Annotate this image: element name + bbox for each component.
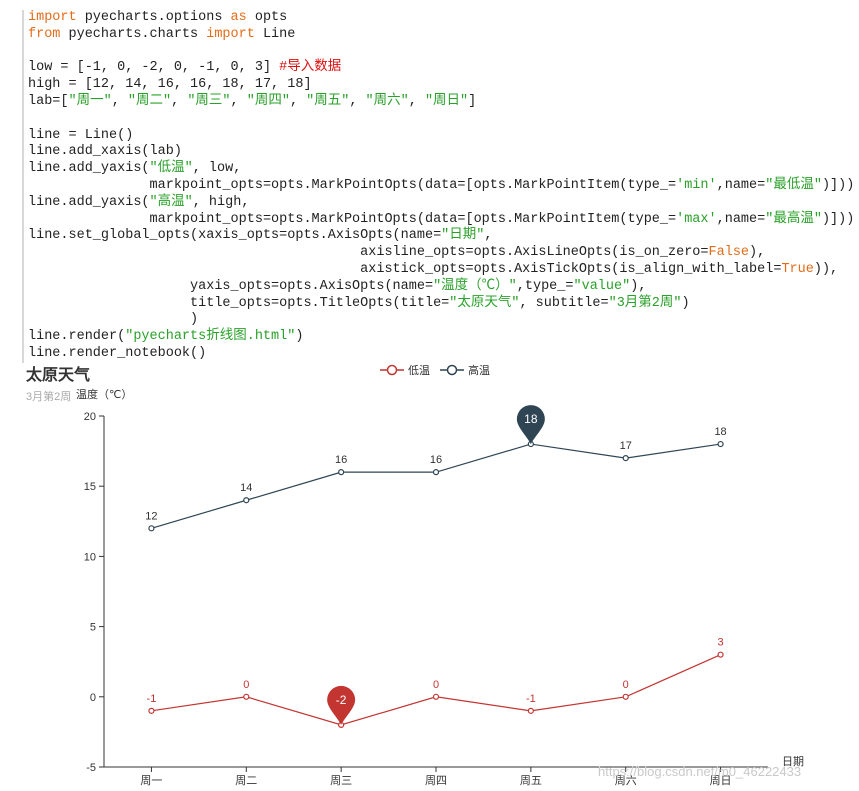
x-tick-label: 周五	[520, 774, 542, 787]
y-tick-label: 15	[84, 481, 96, 493]
y-axis-title: 温度（℃）	[76, 387, 132, 401]
data-point	[432, 693, 440, 700]
data-point	[338, 469, 345, 476]
x-tick-label: 周三	[330, 774, 352, 787]
data-point	[622, 693, 629, 700]
data-point	[148, 707, 155, 714]
data-point	[148, 525, 155, 532]
data-point	[243, 693, 250, 700]
data-label: 16	[430, 454, 442, 466]
y-tick-label: 20	[84, 411, 96, 423]
data-label: -1	[147, 693, 157, 705]
y-tick-label: 10	[84, 551, 96, 563]
data-label: 18	[714, 426, 726, 438]
data-point	[717, 440, 724, 448]
data-label: 0	[433, 679, 439, 691]
y-tick-label: 0	[90, 692, 96, 704]
data-label: 16	[335, 454, 347, 466]
data-label: 14	[240, 482, 252, 494]
data-point	[432, 469, 440, 476]
data-label: -1	[526, 693, 536, 705]
line-chart: 温度（℃）-505101520周一 周二 周三 周四 周五 周六 周日日期-10 0-103-…	[76, 387, 804, 787]
data-point	[717, 651, 724, 658]
data-label: 0	[243, 679, 249, 691]
x-tick-label: 周一	[140, 774, 162, 787]
data-label: 17	[620, 440, 632, 452]
y-tick-label: -5	[86, 762, 96, 774]
data-label: 3	[718, 637, 724, 649]
y-tick-label: 5	[90, 622, 96, 634]
data-label: 12	[145, 510, 157, 522]
data-point	[622, 455, 629, 462]
data-point	[243, 497, 250, 504]
markpoint-label: -2	[336, 693, 347, 707]
data-label: 0	[623, 679, 629, 691]
watermark: https://blog.csdn.net/m0_46222433	[598, 764, 802, 779]
x-tick-label: 周二	[235, 774, 257, 787]
data-point	[527, 707, 534, 714]
markpoint-label: 18	[524, 412, 538, 426]
x-tick-label: 周四	[425, 774, 447, 787]
